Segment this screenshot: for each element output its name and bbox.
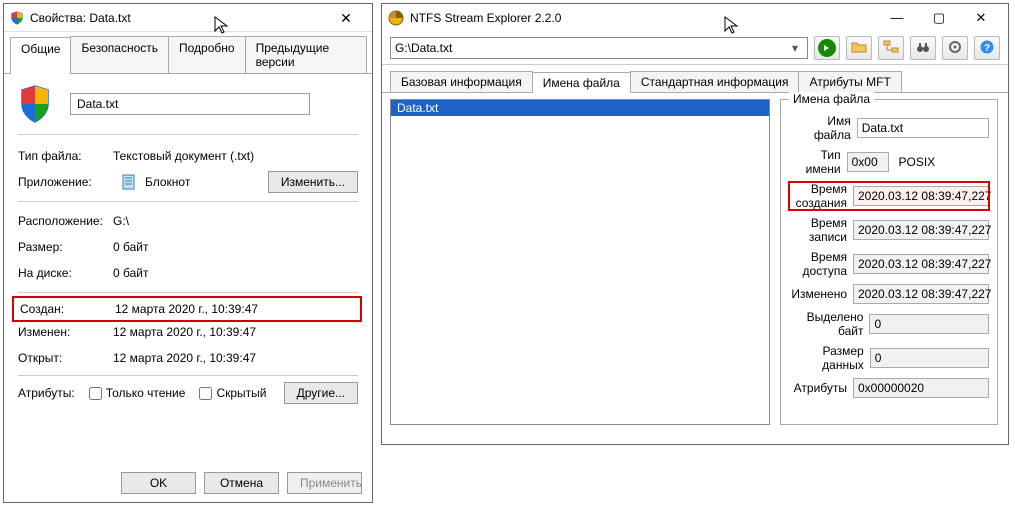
arrow-right-icon xyxy=(818,39,836,57)
path-value: G:\Data.txt xyxy=(395,41,787,55)
label-attributes: Атрибуты xyxy=(794,381,847,395)
label-accessed: Открыт: xyxy=(18,351,113,365)
value-file-type: Текстовый документ (.txt) xyxy=(113,149,254,163)
properties-tabs: Общие Безопасность Подробно Предыдущие в… xyxy=(4,32,372,74)
label-file-type: Тип файла: xyxy=(18,149,113,163)
checkbox-readonly-label: Только чтение xyxy=(106,386,186,400)
checkbox-hidden-input[interactable] xyxy=(199,387,212,400)
binoculars-icon xyxy=(915,39,931,58)
label-modified: Изменен: xyxy=(18,325,113,339)
tree-button[interactable] xyxy=(878,36,904,60)
value-size: 0 байт xyxy=(113,240,148,254)
label-write-time: Время записи xyxy=(789,216,847,244)
folder-open-icon xyxy=(851,39,867,58)
label-name-type: Тип имени xyxy=(789,148,841,176)
value-size-on-disk: 0 байт xyxy=(113,266,148,280)
list-item[interactable]: Data.txt xyxy=(391,100,769,116)
file-names-panel: Имена файла Имя файла Data.txt Тип имени… xyxy=(780,99,998,425)
cancel-button[interactable]: Отмена xyxy=(204,472,279,494)
help-icon: ? xyxy=(979,39,995,58)
value-posix: POSIX xyxy=(899,155,936,169)
label-size: Размер: xyxy=(18,240,113,254)
value-created: 12 марта 2020 г., 10:39:47 xyxy=(115,302,258,316)
label-size-on-disk: На диске: xyxy=(18,266,113,280)
settings-button[interactable] xyxy=(942,36,968,60)
chevron-down-icon[interactable]: ▾ xyxy=(787,41,803,55)
label-allocated-bytes: Выделено байт xyxy=(789,310,863,338)
properties-titlebar[interactable]: Свойства: Data.txt ✕ xyxy=(4,4,372,32)
close-button[interactable]: ✕ xyxy=(326,8,366,28)
label-location: Расположение: xyxy=(18,214,113,228)
value-creation-time: 2020.03.12 08:39:47,227 xyxy=(853,186,989,206)
checkbox-hidden-label: Скрытый xyxy=(216,386,266,400)
tab-security[interactable]: Безопасность xyxy=(70,36,169,73)
change-app-button[interactable]: Изменить... xyxy=(268,171,358,193)
value-file-name[interactable]: Data.txt xyxy=(857,118,989,138)
checkbox-hidden[interactable]: Скрытый xyxy=(199,386,266,400)
value-changed-time: 2020.03.12 08:39:47,227 xyxy=(853,284,989,304)
tab-details[interactable]: Подробно xyxy=(168,36,246,73)
folder-tree-icon xyxy=(883,39,899,58)
label-attributes: Атрибуты: xyxy=(18,386,75,400)
path-combobox[interactable]: G:\Data.txt ▾ xyxy=(390,37,808,59)
explorer-titlebar[interactable]: NTFS Stream Explorer 2.2.0 — ▢ ✕ xyxy=(382,4,1008,32)
other-attributes-button[interactable]: Другие... xyxy=(284,382,358,404)
label-access-time: Время доступа xyxy=(789,250,847,278)
gear-icon xyxy=(947,39,963,58)
tab-basic-info[interactable]: Базовая информация xyxy=(390,71,533,92)
file-type-icon xyxy=(18,84,52,124)
tab-file-names[interactable]: Имена файла xyxy=(532,72,631,93)
open-folder-button[interactable] xyxy=(846,36,872,60)
panel-legend: Имена файла xyxy=(789,92,874,106)
app-icon xyxy=(388,10,404,26)
maximize-button[interactable]: ▢ xyxy=(918,7,960,29)
close-button[interactable]: ✕ xyxy=(960,7,1002,29)
apply-button[interactable]: Применить xyxy=(287,472,362,494)
label-data-size: Размер данных xyxy=(789,344,864,372)
explorer-tabs: Базовая информация Имена файла Стандартн… xyxy=(382,65,1008,93)
minimize-button[interactable]: — xyxy=(876,7,918,29)
value-write-time: 2020.03.12 08:39:47,227 xyxy=(853,220,989,240)
find-button[interactable] xyxy=(910,36,936,60)
svg-text:?: ? xyxy=(984,43,990,54)
value-modified: 12 марта 2020 г., 10:39:47 xyxy=(113,325,256,339)
label-created: Создан: xyxy=(20,302,115,316)
value-data-size: 0 xyxy=(870,348,989,368)
row-creation-time-highlight: Время создания 2020.03.12 08:39:47,227 xyxy=(789,182,989,210)
explorer-title: NTFS Stream Explorer 2.2.0 xyxy=(410,11,561,25)
value-location: G:\ xyxy=(113,214,129,228)
filename-input[interactable] xyxy=(70,93,310,115)
shield-icon xyxy=(10,11,24,25)
label-changed-time: Изменено xyxy=(791,287,847,301)
value-access-time: 2020.03.12 08:39:47,227 xyxy=(853,254,989,274)
go-button[interactable] xyxy=(814,36,840,60)
tab-previous-versions[interactable]: Предыдущие версии xyxy=(245,36,367,73)
toolbar: G:\Data.txt ▾ xyxy=(382,32,1008,65)
properties-title: Свойства: Data.txt xyxy=(30,11,131,25)
tab-mft-attributes[interactable]: Атрибуты MFT xyxy=(798,71,901,92)
help-button[interactable]: ? xyxy=(974,36,1000,60)
stream-list[interactable]: Data.txt xyxy=(390,99,770,425)
value-allocated-bytes: 0 xyxy=(869,314,989,334)
checkbox-readonly[interactable]: Только чтение xyxy=(89,386,186,400)
ok-button[interactable]: OK xyxy=(121,472,196,494)
label-application: Приложение: xyxy=(18,175,113,189)
value-name-type: 0x00 xyxy=(847,152,889,172)
tab-standard-info[interactable]: Стандартная информация xyxy=(630,71,800,92)
label-creation-time: Время создания xyxy=(789,182,847,210)
value-application: Блокнот xyxy=(145,175,190,189)
properties-dialog: Свойства: Data.txt ✕ Общие Безопасность … xyxy=(3,3,373,503)
ntfs-explorer-window: NTFS Stream Explorer 2.2.0 — ▢ ✕ G:\Data… xyxy=(381,3,1009,445)
checkbox-readonly-input[interactable] xyxy=(89,387,102,400)
tab-general[interactable]: Общие xyxy=(10,37,71,74)
notepad-icon xyxy=(121,174,137,190)
value-accessed: 12 марта 2020 г., 10:39:47 xyxy=(113,351,256,365)
label-file-name: Имя файла xyxy=(789,114,851,142)
value-attributes: 0x00000020 xyxy=(853,378,989,398)
